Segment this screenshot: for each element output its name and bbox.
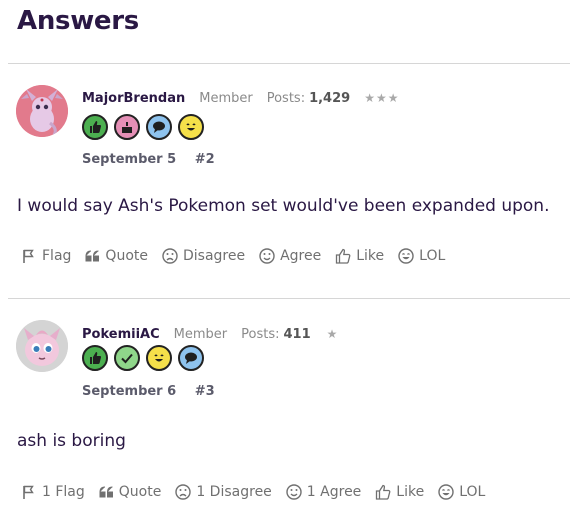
lol-label: LOL <box>459 484 486 500</box>
lol-button[interactable]: LOL <box>438 484 485 500</box>
user-role: Member <box>199 90 253 106</box>
agree-label: Agree <box>280 248 322 264</box>
flag-button[interactable]: 1 Flag <box>22 484 85 500</box>
thumbs-up-icon <box>335 248 351 264</box>
divider <box>8 298 570 299</box>
quote-button[interactable]: Quote <box>99 484 162 500</box>
flag-label: Flag <box>42 248 72 264</box>
post-number[interactable]: #3 <box>195 384 215 399</box>
disagree-label: Disagree <box>182 248 246 264</box>
rank-stars: ★ <box>326 327 339 341</box>
post-actions: Flag Quote Disagree Agree Like LOL <box>22 248 459 264</box>
laugh-icon <box>438 484 454 500</box>
badge-list <box>82 114 204 140</box>
laugh-icon <box>398 248 414 264</box>
post-body: I would say Ash's Pokemon set would've b… <box>17 196 550 216</box>
frown-icon <box>175 484 192 500</box>
post-count-label: Posts: <box>241 326 280 342</box>
smile-icon <box>259 248 275 264</box>
agree-button[interactable]: Agree <box>259 248 321 264</box>
quote-label: Quote <box>105 248 148 264</box>
flag-icon <box>22 249 37 263</box>
like-button[interactable]: Like <box>375 484 424 500</box>
thumbs-up-badge-icon[interactable] <box>82 345 108 371</box>
flag-button[interactable]: Flag <box>22 248 71 264</box>
post-number[interactable]: #2 <box>195 152 215 167</box>
disagree-button[interactable]: 1 Disagree <box>175 484 272 500</box>
username[interactable]: MajorBrendan <box>82 91 185 106</box>
username[interactable]: PokemiiAC <box>82 327 160 342</box>
post-count: 1,429 <box>309 90 351 106</box>
smiley-badge-icon[interactable] <box>146 345 172 371</box>
smile-icon <box>286 484 302 500</box>
badge-list <box>82 345 204 371</box>
lol-button[interactable]: LOL <box>398 248 445 264</box>
thumbs-up-badge-icon[interactable] <box>82 114 108 140</box>
avatar[interactable] <box>16 85 68 137</box>
checkmark-badge-icon[interactable] <box>114 345 140 371</box>
lol-label: LOL <box>419 248 446 264</box>
quote-icon <box>85 250 100 262</box>
quote-icon <box>99 486 114 498</box>
flag-icon <box>22 485 37 499</box>
disagree-button[interactable]: Disagree <box>162 248 245 264</box>
like-label: Like <box>356 248 385 264</box>
user-role: Member <box>173 326 228 342</box>
smiley-badge-icon[interactable] <box>178 114 204 140</box>
post-body: ash is boring <box>17 431 126 451</box>
flag-label: 1 Flag <box>42 484 85 500</box>
like-button[interactable]: Like <box>335 248 384 264</box>
speech-bubble-badge-icon[interactable] <box>178 345 204 371</box>
divider <box>8 63 570 64</box>
post-date[interactable]: September 6 <box>82 384 176 399</box>
like-label: Like <box>396 484 425 500</box>
post-count: 411 <box>283 326 311 342</box>
post: PokemiiAC Member Posts: 411 ★ September … <box>0 320 570 507</box>
post: MajorBrendan Member Posts: 1,429 ★★★ Sep… <box>0 85 570 278</box>
rank-stars: ★★★ <box>364 91 400 105</box>
post-actions: 1 Flag Quote 1 Disagree 1 Agree Like LOL <box>22 484 499 500</box>
agree-label: 1 Agree <box>306 484 362 500</box>
post-date[interactable]: September 5 <box>82 152 176 167</box>
quote-label: Quote <box>118 484 162 500</box>
section-title: Answers <box>17 6 139 36</box>
thumbs-up-icon <box>375 484 391 500</box>
disagree-label: 1 Disagree <box>196 484 272 500</box>
avatar[interactable] <box>16 320 68 372</box>
agree-button[interactable]: 1 Agree <box>286 484 362 500</box>
cake-badge-icon[interactable] <box>114 114 140 140</box>
post-count-label: Posts: <box>266 90 306 106</box>
speech-bubble-badge-icon[interactable] <box>146 114 172 140</box>
frown-icon <box>162 248 178 264</box>
quote-button[interactable]: Quote <box>85 248 148 264</box>
